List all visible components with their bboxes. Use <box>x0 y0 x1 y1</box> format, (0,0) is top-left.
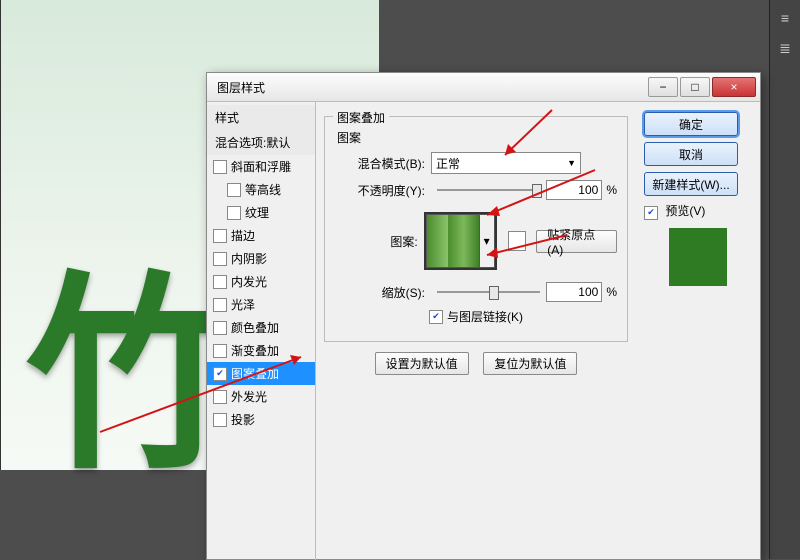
styles-header[interactable]: 样式 <box>207 105 315 130</box>
window-minimize-button[interactable]: − <box>648 77 678 97</box>
checkbox-drop-shadow[interactable] <box>213 413 227 427</box>
snap-to-origin-button[interactable]: 贴紧原点(A) <box>536 230 617 253</box>
scale-unit: % <box>606 285 617 299</box>
checkbox-contour[interactable] <box>227 183 241 197</box>
settings-panel: 图案叠加 图案 混合模式(B): 正常 ▼ 不透明度(Y): 100 % <box>316 102 636 560</box>
list-item-color-overlay[interactable]: 颜色叠加 <box>207 316 315 339</box>
panel-icon-2[interactable]: ≣ <box>773 36 797 60</box>
pattern-swatch[interactable] <box>426 214 480 268</box>
list-item-texture[interactable]: 纹理 <box>207 201 315 224</box>
checkbox-satin[interactable] <box>213 298 227 312</box>
opacity-slider[interactable] <box>437 181 540 199</box>
minus-icon: − <box>659 80 666 94</box>
panel-icon-1[interactable]: ≡ <box>773 6 797 30</box>
list-item-drop-shadow[interactable]: 投影 <box>207 408 315 431</box>
blend-mode-value: 正常 <box>436 155 460 172</box>
new-pattern-icon[interactable] <box>508 231 527 251</box>
checkbox-texture[interactable] <box>227 206 241 220</box>
blend-mode-select[interactable]: 正常 ▼ <box>431 152 581 174</box>
opacity-unit: % <box>606 183 617 197</box>
list-item-outer-glow[interactable]: 外发光 <box>207 385 315 408</box>
text-layer-char: 竹 <box>26 205 236 509</box>
checkbox-inner-shadow[interactable] <box>213 252 227 266</box>
right-toolstrip: ≡ ≣ <box>769 0 800 559</box>
list-item-bevel[interactable]: 斜面和浮雕 <box>207 155 315 178</box>
square-icon: □ <box>691 80 698 94</box>
list-item-stroke[interactable]: 描边 <box>207 224 315 247</box>
new-style-button[interactable]: 新建样式(W)... <box>644 172 738 196</box>
close-icon: × <box>730 80 737 94</box>
chevron-down-icon: ▼ <box>567 158 576 168</box>
list-item-gradient-overlay[interactable]: 渐变叠加 <box>207 339 315 362</box>
titlebar: 图层样式 − □ × <box>207 73 760 102</box>
checkbox-stroke[interactable] <box>213 229 227 243</box>
layer-style-dialog: 图层样式 − □ × 样式 混合选项:默认 斜面和浮雕 等高线 纹理 描边 内阴… <box>206 72 761 560</box>
checkbox-gradient-overlay[interactable] <box>213 344 227 358</box>
checkbox-inner-glow[interactable] <box>213 275 227 289</box>
opacity-input[interactable]: 100 <box>546 180 602 200</box>
pattern-dropdown-button[interactable]: ▾ <box>480 214 495 268</box>
chevron-down-icon: ▾ <box>484 234 490 248</box>
reset-default-button[interactable]: 复位为默认值 <box>483 352 577 375</box>
list-item-satin[interactable]: 光泽 <box>207 293 315 316</box>
checkbox-bevel[interactable] <box>213 160 227 174</box>
dialog-buttons-column: 确定 取消 新建样式(W)... ✔ 预览(V) <box>636 102 760 560</box>
make-default-button[interactable]: 设置为默认值 <box>375 352 469 375</box>
opacity-label: 不透明度(Y): <box>335 182 425 199</box>
window-maximize-button[interactable]: □ <box>680 77 710 97</box>
group-label: 图案 <box>337 129 617 146</box>
blending-options-header[interactable]: 混合选项:默认 <box>207 130 315 155</box>
effects-list: 样式 混合选项:默认 斜面和浮雕 等高线 纹理 描边 内阴影 内发光 光泽 颜色… <box>207 102 316 560</box>
preview-label: 预览(V) <box>665 204 705 218</box>
scale-slider[interactable] <box>437 283 540 301</box>
cancel-button[interactable]: 取消 <box>644 142 738 166</box>
preview-swatch <box>669 228 727 286</box>
checkbox-pattern-overlay[interactable]: ✔ <box>213 367 227 381</box>
pattern-label: 图案: <box>335 233 418 250</box>
link-with-layer-label: 与图层链接(K) <box>447 308 523 325</box>
pattern-overlay-fieldset: 图案叠加 图案 混合模式(B): 正常 ▼ 不透明度(Y): 100 % <box>324 116 628 342</box>
scale-input[interactable]: 100 <box>546 282 602 302</box>
dialog-title: 图层样式 <box>211 79 646 96</box>
section-title: 图案叠加 <box>333 109 389 126</box>
checkbox-link-with-layer[interactable]: ✔ <box>429 310 443 324</box>
checkbox-outer-glow[interactable] <box>213 390 227 404</box>
list-item-inner-shadow[interactable]: 内阴影 <box>207 247 315 270</box>
window-close-button[interactable]: × <box>712 77 756 97</box>
scale-label: 缩放(S): <box>335 284 425 301</box>
list-item-contour[interactable]: 等高线 <box>207 178 315 201</box>
list-item-pattern-overlay[interactable]: ✔图案叠加 <box>207 362 315 385</box>
list-item-inner-glow[interactable]: 内发光 <box>207 270 315 293</box>
blend-mode-label: 混合模式(B): <box>335 155 425 172</box>
ok-button[interactable]: 确定 <box>644 112 738 136</box>
checkbox-color-overlay[interactable] <box>213 321 227 335</box>
checkbox-preview[interactable]: ✔ <box>644 206 658 220</box>
